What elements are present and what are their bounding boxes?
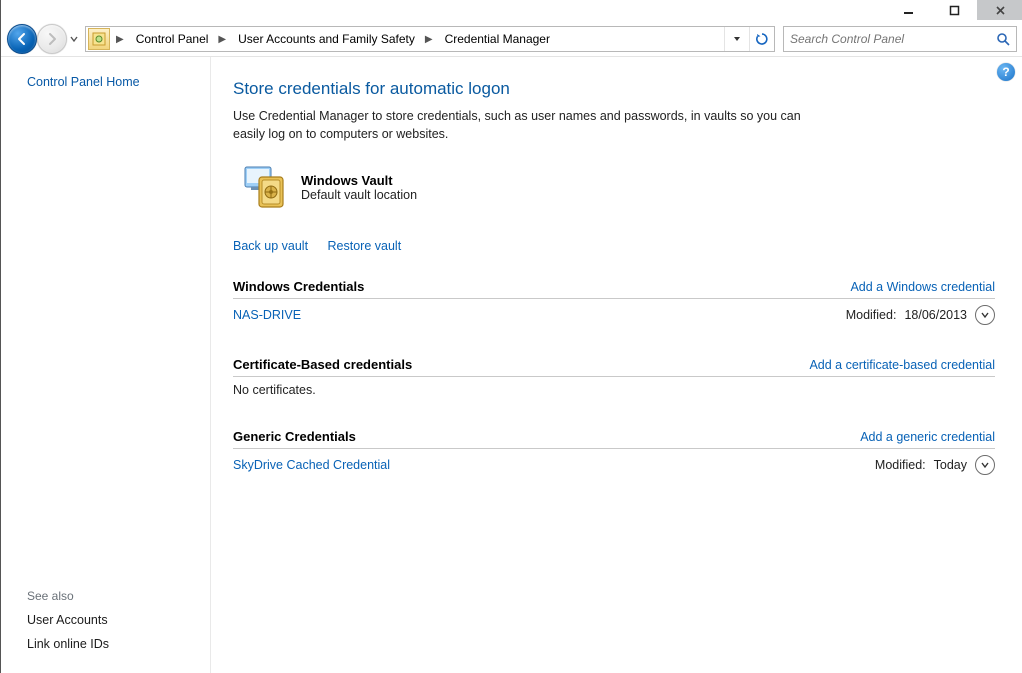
sidebar-link-online-ids[interactable]: Link online IDs: [27, 637, 198, 651]
restore-vault-link[interactable]: Restore vault: [328, 239, 402, 253]
credential-row[interactable]: SkyDrive Cached Credential Modified: Tod…: [233, 449, 995, 481]
vault-action-links: Back up vault Restore vault: [233, 239, 995, 253]
back-button[interactable]: [7, 24, 37, 54]
section-windows-credentials: Windows Credentials Add a Windows creden…: [233, 279, 995, 331]
expand-button[interactable]: [975, 455, 995, 475]
breadcrumb-root[interactable]: Control Panel: [128, 27, 215, 51]
modified-value: 18/06/2013: [904, 308, 967, 322]
expand-button[interactable]: [975, 305, 995, 325]
vault-subtitle: Default vault location: [301, 188, 417, 202]
refresh-button[interactable]: [749, 27, 774, 51]
nav-buttons: [7, 24, 81, 54]
address-dropdown-button[interactable]: [724, 27, 749, 51]
section-title: Generic Credentials: [233, 429, 356, 444]
section-title: Windows Credentials: [233, 279, 364, 294]
body: Control Panel Home See also User Account…: [1, 56, 1022, 673]
search-input[interactable]: [784, 27, 990, 51]
chevron-right-icon[interactable]: ▶: [421, 34, 437, 45]
page-description: Use Credential Manager to store credenti…: [233, 107, 833, 143]
forward-button[interactable]: [37, 24, 67, 54]
page-title: Store credentials for automatic logon: [233, 79, 995, 99]
sidebar-link-user-accounts[interactable]: User Accounts: [27, 613, 198, 627]
navbar: ▶ Control Panel ▶ User Accounts and Fami…: [1, 22, 1022, 56]
breadcrumb-group[interactable]: User Accounts and Family Safety: [230, 27, 421, 51]
modified-value: Today: [934, 458, 967, 472]
see-also-label: See also: [27, 589, 198, 603]
section-certificate-credentials: Certificate-Based credentials Add a cert…: [233, 357, 995, 403]
credential-name[interactable]: SkyDrive Cached Credential: [233, 458, 390, 472]
section-generic-credentials: Generic Credentials Add a generic creden…: [233, 429, 995, 481]
control-panel-home-link[interactable]: Control Panel Home: [27, 75, 198, 89]
chevron-right-icon[interactable]: ▶: [112, 34, 128, 45]
titlebar: [1, 0, 1022, 22]
window: ▶ Control Panel ▶ User Accounts and Fami…: [0, 0, 1022, 673]
caption-buttons: [885, 0, 1022, 20]
credential-meta: Modified: Today: [875, 455, 995, 475]
credential-name[interactable]: NAS-DRIVE: [233, 308, 301, 322]
minimize-button[interactable]: [885, 0, 931, 20]
address-bar[interactable]: ▶ Control Panel ▶ User Accounts and Fami…: [85, 26, 775, 52]
credential-meta: Modified: 18/06/2013: [846, 305, 995, 325]
breadcrumb-page[interactable]: Credential Manager: [437, 27, 556, 51]
control-panel-icon: [88, 28, 110, 50]
close-button[interactable]: [977, 0, 1022, 20]
address-tail: [724, 27, 774, 51]
windows-vault-icon: [241, 163, 289, 211]
backup-vault-link[interactable]: Back up vault: [233, 239, 308, 253]
help-icon[interactable]: ?: [997, 63, 1015, 81]
search-icon[interactable]: [990, 32, 1016, 46]
chevron-right-icon[interactable]: ▶: [214, 34, 230, 45]
add-windows-credential-link[interactable]: Add a Windows credential: [850, 280, 995, 294]
vault-row: Windows Vault Default vault location: [241, 163, 995, 211]
add-certificate-credential-link[interactable]: Add a certificate-based credential: [809, 358, 995, 372]
modified-label: Modified:: [875, 458, 926, 472]
search-box[interactable]: [783, 26, 1017, 52]
sidebar: Control Panel Home See also User Account…: [1, 57, 211, 673]
credential-row[interactable]: NAS-DRIVE Modified: 18/06/2013: [233, 299, 995, 331]
add-generic-credential-link[interactable]: Add a generic credential: [860, 430, 995, 444]
section-header: Certificate-Based credentials Add a cert…: [233, 357, 995, 377]
maximize-button[interactable]: [931, 0, 977, 20]
section-title: Certificate-Based credentials: [233, 357, 412, 372]
section-header: Generic Credentials Add a generic creden…: [233, 429, 995, 449]
section-header: Windows Credentials Add a Windows creden…: [233, 279, 995, 299]
main-content: ? Store credentials for automatic logon …: [211, 57, 1022, 673]
modified-label: Modified:: [846, 308, 897, 322]
vault-title: Windows Vault: [301, 173, 417, 188]
empty-text: No certificates.: [233, 377, 995, 403]
recent-pages-dropdown[interactable]: [67, 25, 81, 53]
vault-text: Windows Vault Default vault location: [301, 173, 417, 202]
